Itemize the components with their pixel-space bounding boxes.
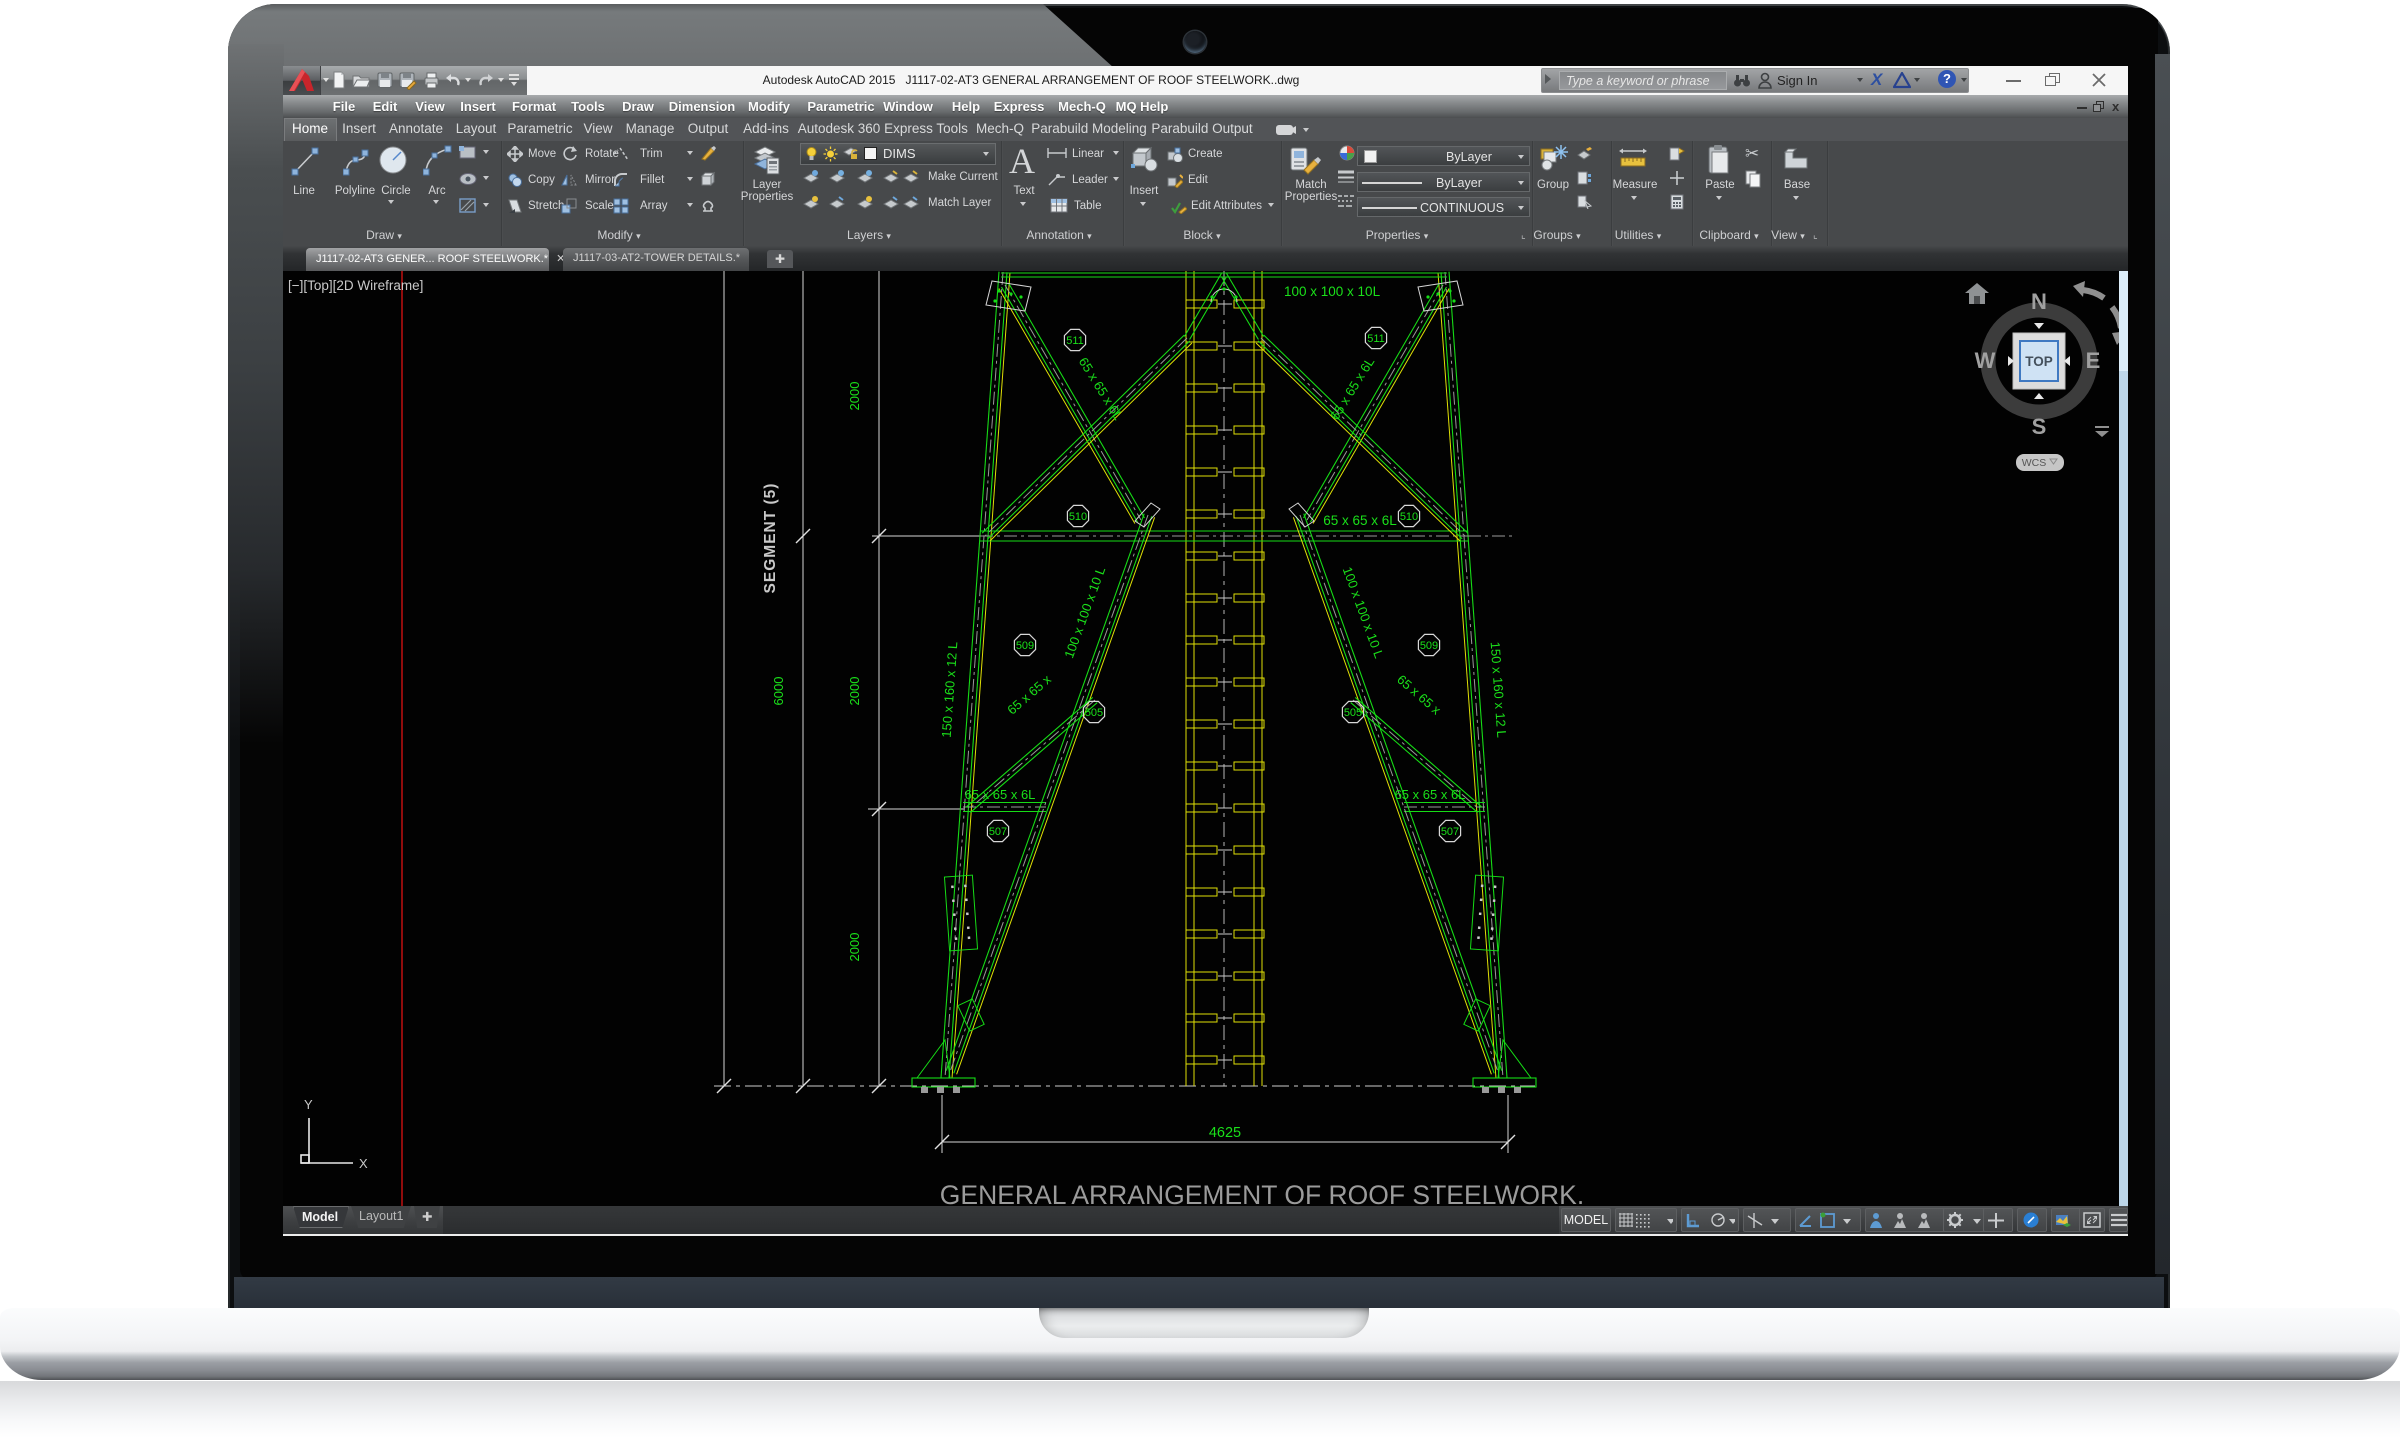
svg-text:2000: 2000 [847,933,862,962]
svg-text:4625: 4625 [1209,1125,1241,1141]
svg-text:Y: Y [304,1097,313,1112]
svg-text:65 x 65 x 6L: 65 x 65 x 6L [1395,787,1466,802]
svg-text:505: 505 [1085,707,1103,719]
svg-text:6000: 6000 [771,677,786,706]
svg-text:E: E [2086,348,2101,373]
svg-text:511: 511 [1066,335,1084,347]
svg-text:505: 505 [1344,707,1362,719]
svg-text:GENERAL ARRANGEMENT OF ROOF ST: GENERAL ARRANGEMENT OF ROOF STEELWORK. [940,1180,1584,1206]
svg-text:511: 511 [1367,333,1385,345]
svg-text:510: 510 [1069,511,1087,523]
svg-text:507: 507 [1441,826,1459,838]
svg-text:65 x 65 x 6L: 65 x 65 x 6L [1323,513,1397,528]
svg-text:N: N [2031,289,2047,314]
svg-text:SEGMENT (5): SEGMENT (5) [762,483,779,594]
svg-text:510: 510 [1400,511,1418,523]
svg-text:65 x 65 x 6L: 65 x 65 x 6L [965,787,1036,802]
svg-text:507: 507 [989,826,1007,838]
svg-text:TOP: TOP [2025,354,2053,369]
svg-text:X: X [359,1156,368,1171]
svg-text:2000: 2000 [847,382,862,411]
svg-text:509: 509 [1420,640,1438,652]
svg-text:S: S [2032,414,2047,439]
svg-text:2000: 2000 [847,677,862,706]
svg-text:509: 509 [1016,640,1034,652]
svg-text:100 x 100 x 10L: 100 x 100 x 10L [1284,284,1381,299]
svg-text:W: W [1975,348,1996,373]
svg-text:[−][Top][2D Wireframe]: [−][Top][2D Wireframe] [288,278,423,293]
svg-text:WCS: WCS [2022,457,2047,469]
